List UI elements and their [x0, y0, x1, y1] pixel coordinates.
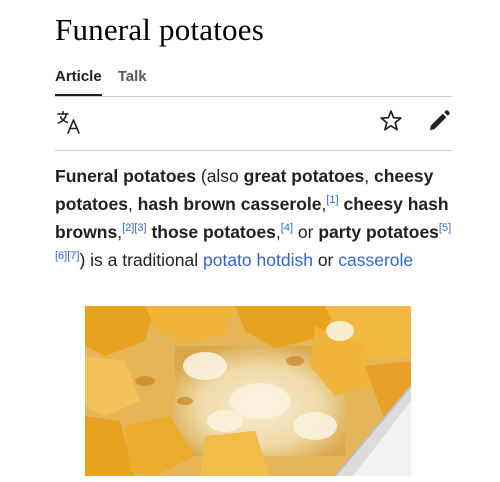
- potato-hotdish-link[interactable]: potato hotdish: [203, 250, 313, 270]
- alt-name: party potatoes: [318, 222, 439, 242]
- citation-link[interactable]: [4]: [281, 222, 293, 234]
- citation-link[interactable]: [5]: [439, 222, 451, 234]
- toolbar-divider: [55, 150, 452, 151]
- tab-article[interactable]: Article: [55, 62, 102, 96]
- star-icon[interactable]: [378, 108, 404, 134]
- citation-link[interactable]: [2]: [122, 222, 134, 234]
- casserole-link[interactable]: casserole: [338, 250, 413, 270]
- lead-paragraph: Funeral potatoes (also great potatoes, c…: [55, 166, 452, 270]
- tab-talk[interactable]: Talk: [118, 62, 147, 96]
- header-divider: [55, 96, 452, 97]
- pencil-icon[interactable]: [426, 108, 452, 134]
- citation-link[interactable]: [1]: [326, 194, 338, 206]
- casserole-photo[interactable]: [85, 306, 411, 476]
- citation-link[interactable]: [7]: [67, 250, 79, 262]
- language-icon[interactable]: [55, 108, 83, 136]
- page-title: Funeral potatoes: [55, 12, 264, 47]
- citation-link[interactable]: [3]: [134, 222, 146, 234]
- alt-name: hash brown casserole: [137, 194, 322, 214]
- namespace-tabs: Article Talk: [55, 62, 163, 96]
- alt-name: those potatoes: [151, 222, 276, 242]
- casserole-photo-art: [85, 306, 411, 476]
- lead-bold-term: Funeral potatoes: [55, 166, 196, 186]
- page-actions-toolbar: [55, 108, 452, 144]
- citation-link[interactable]: [6]: [55, 250, 67, 262]
- alt-name: great potatoes: [243, 166, 365, 186]
